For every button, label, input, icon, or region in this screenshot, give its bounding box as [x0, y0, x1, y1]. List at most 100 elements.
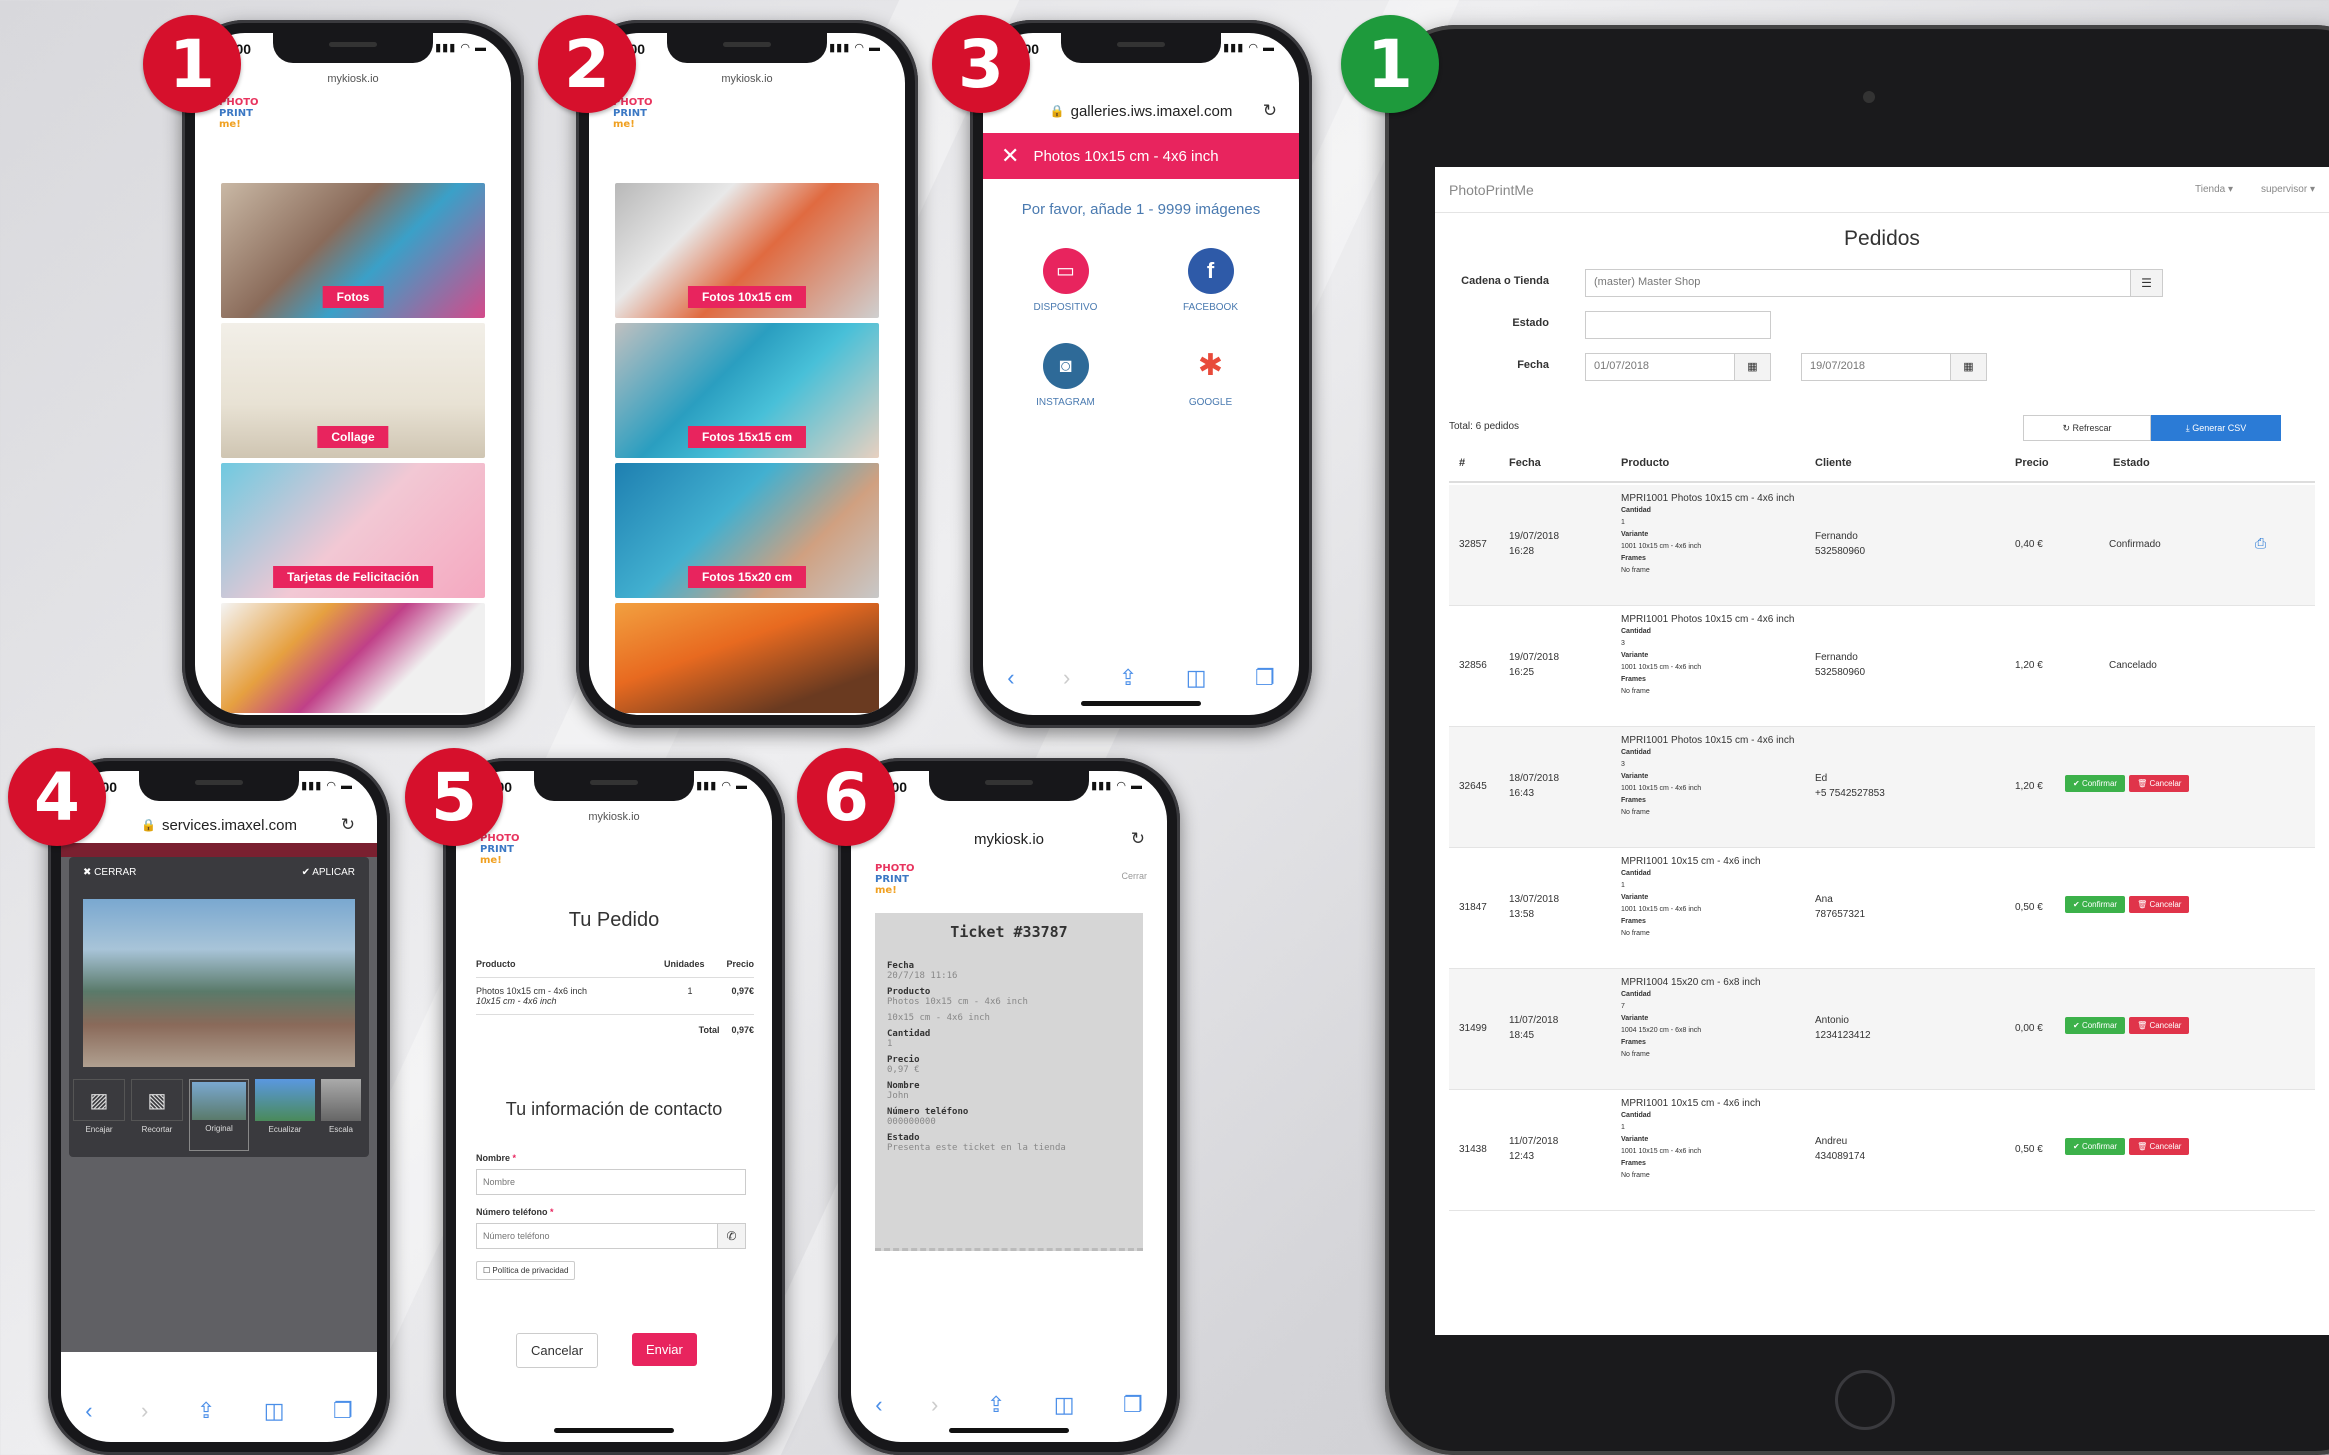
- order-product: MPRI1001 10x15 cm - 4x6 inch Cantidad 1 Var…: [1621, 1098, 1801, 1182]
- order-row[interactable]: 31847 13/07/2018 13:58 MPRI1001 10x15 cm - …: [1449, 848, 2315, 969]
- cancel-button[interactable]: 🗑 Cancelar: [2129, 1138, 2190, 1155]
- variant-label: Variante: [1621, 531, 1649, 538]
- cancel-button[interactable]: Cancelar: [516, 1333, 599, 1368]
- tile-collage[interactable]: Collage: [221, 323, 485, 458]
- calendar-icon[interactable]: ▦: [1735, 353, 1771, 381]
- tile-calendar[interactable]: [221, 603, 485, 713]
- close-link[interactable]: Cerrar: [1121, 871, 1147, 881]
- back-icon[interactable]: ‹: [1007, 665, 1014, 691]
- source-device[interactable]: ▭ DISPOSITIVO: [1013, 248, 1118, 313]
- ticket-field-value: John: [887, 1091, 909, 1101]
- tool-original[interactable]: Original: [189, 1079, 249, 1151]
- tile-tarjetas[interactable]: Tarjetas de Felicitación: [221, 463, 485, 598]
- reload-icon[interactable]: ↻: [341, 815, 355, 835]
- phone-input[interactable]: [476, 1223, 718, 1249]
- refresh-button[interactable]: ↻ Refrescar: [2023, 415, 2151, 441]
- share-icon[interactable]: ⇪: [197, 1398, 215, 1424]
- forward-icon[interactable]: ›: [931, 1392, 938, 1418]
- home-button[interactable]: [1835, 1370, 1895, 1430]
- bookmarks-icon[interactable]: ◫: [264, 1398, 285, 1424]
- bookmarks-icon[interactable]: ◫: [1054, 1392, 1075, 1418]
- address-bar[interactable]: 🔒 galleries.iws.imaxel.com ↻: [983, 93, 1299, 129]
- tool-ecualizar[interactable]: Ecualizar: [255, 1079, 315, 1151]
- address-bar[interactable]: mykiosk.io ↻: [851, 821, 1167, 857]
- ticket-field-value: 000000000: [887, 1117, 936, 1127]
- tile-fotos-15x15[interactable]: Fotos 15x15 cm: [615, 323, 879, 458]
- reload-icon[interactable]: ↻: [1131, 829, 1145, 849]
- phone-2: 9:00 ▮▮▮ ◠ ▬ mykiosk.io PHOTOPRINTme! Fo…: [576, 20, 918, 728]
- url-label[interactable]: mykiosk.io: [589, 73, 905, 85]
- date-to-input[interactable]: 19/07/2018: [1801, 353, 1951, 381]
- confirm-button[interactable]: ✔ Confirmar: [2065, 1138, 2126, 1155]
- source-facebook[interactable]: f FACEBOOK: [1158, 248, 1263, 313]
- close-icon[interactable]: ✕: [1001, 143, 1019, 169]
- photoprintme-logo: PHOTO PRINT me!: [480, 833, 520, 866]
- back-icon[interactable]: ‹: [85, 1398, 92, 1424]
- lock-icon: 🔒: [141, 818, 156, 832]
- tile-fotos-15x20[interactable]: Fotos 15x20 cm: [615, 463, 879, 598]
- tabs-icon[interactable]: ❐: [1255, 665, 1275, 691]
- order-row[interactable]: 31499 11/07/2018 18:45 MPRI1004 15x20 cm - …: [1449, 969, 2315, 1090]
- date-from-input[interactable]: 01/07/2018: [1585, 353, 1735, 381]
- status-filter-input[interactable]: [1585, 311, 1771, 339]
- send-button[interactable]: Enviar: [632, 1333, 697, 1366]
- source-instagram[interactable]: ◙ INSTAGRAM: [1013, 343, 1118, 408]
- instagram-icon: ◙: [1042, 343, 1089, 389]
- order-product: MPRI1001 Photos 10x15 cm - 4x6 inch Canti…: [1621, 614, 1801, 698]
- order-row[interactable]: 32857 19/07/2018 16:28 MPRI1001 Photos 10x1…: [1449, 485, 2315, 606]
- source-google[interactable]: ✱ GOOGLE: [1158, 343, 1263, 408]
- google-photos-icon: ✱: [1197, 349, 1224, 382]
- step-3-badge: 3: [932, 15, 1030, 113]
- nav-store[interactable]: Tienda ▾: [2195, 184, 2233, 195]
- tool-encajar[interactable]: ▨ Encajar: [73, 1079, 125, 1151]
- editor-close-button[interactable]: ✖ CERRAR: [83, 867, 136, 878]
- editor-apply-button[interactable]: ✔ APLICAR: [302, 867, 355, 878]
- phone-2-screen: 9:00 ▮▮▮ ◠ ▬ mykiosk.io PHOTOPRINTme! Fo…: [589, 33, 905, 715]
- confirm-button[interactable]: ✔ Confirmar: [2065, 896, 2126, 913]
- url-label[interactable]: mykiosk.io: [195, 73, 511, 85]
- list-icon[interactable]: ☰: [2131, 269, 2163, 297]
- forward-icon[interactable]: ›: [1063, 665, 1070, 691]
- bookmarks-icon[interactable]: ◫: [1186, 665, 1207, 691]
- cancel-button[interactable]: 🗑 Cancelar: [2129, 896, 2190, 913]
- ticket-field-value: Presenta este ticket en la tienda: [887, 1143, 1066, 1153]
- nav-user[interactable]: supervisor ▾: [2261, 184, 2315, 195]
- store-filter-input[interactable]: (master) Master Shop: [1585, 269, 2131, 297]
- calendar-icon[interactable]: ▦: [1951, 353, 1987, 381]
- order-row[interactable]: 32645 18/07/2018 16:43 MPRI1001 Photos 10x1…: [1449, 727, 2315, 848]
- name-input[interactable]: [476, 1169, 746, 1195]
- tile-more[interactable]: [615, 603, 879, 713]
- tabs-icon[interactable]: ❐: [1123, 1392, 1143, 1418]
- share-icon[interactable]: ⇪: [1119, 665, 1137, 691]
- tool-escala[interactable]: Escala: [321, 1079, 361, 1151]
- order-row[interactable]: 31438 11/07/2018 12:43 MPRI1001 10x15 cm - …: [1449, 1090, 2315, 1211]
- confirm-button[interactable]: ✔ Confirmar: [2065, 775, 2126, 792]
- cancel-button[interactable]: 🗑 Cancelar: [2129, 775, 2190, 792]
- tile-label: Fotos: [322, 286, 384, 308]
- address-bar[interactable]: 🔒 services.imaxel.com ↻: [61, 807, 377, 843]
- order-table: Producto Unidades Precio Photos 10x15 cm…: [476, 959, 754, 1045]
- order-time: 16:25: [1509, 667, 1535, 678]
- tabs-icon[interactable]: ❐: [333, 1398, 353, 1424]
- tile-fotos-10x15[interactable]: Fotos 10x15 cm: [615, 183, 879, 318]
- confirm-button[interactable]: ✔ Confirmar: [2065, 1017, 2126, 1034]
- privacy-checkbox[interactable]: ☐ Política de privacidad: [476, 1261, 576, 1280]
- url-label[interactable]: mykiosk.io: [456, 811, 772, 823]
- frames-value: No frame: [1621, 930, 1650, 937]
- back-icon[interactable]: ‹: [875, 1392, 882, 1418]
- trash-icon: 🗑: [2137, 779, 2150, 788]
- tile-label: Fotos 15x15 cm: [687, 426, 807, 448]
- print-icon[interactable]: ⎙: [2255, 535, 2266, 552]
- share-icon[interactable]: ⇪: [987, 1392, 1005, 1418]
- col-precio: Precio: [2015, 457, 2049, 469]
- tool-recortar[interactable]: ▧ Recortar: [131, 1079, 183, 1151]
- cancel-button[interactable]: 🗑 Cancelar: [2129, 1017, 2190, 1034]
- csv-button[interactable]: ⤓ Generar CSV: [2151, 415, 2281, 441]
- order-date: 19/07/2018: [1509, 652, 1560, 663]
- tile-fotos[interactable]: Fotos: [221, 183, 485, 318]
- confirm-label: Confirmar: [2081, 779, 2118, 788]
- forward-icon[interactable]: ›: [141, 1398, 148, 1424]
- brand[interactable]: PhotoPrintMe: [1449, 182, 2195, 198]
- order-row[interactable]: 32856 19/07/2018 16:25 MPRI1001 Photos 10x1…: [1449, 606, 2315, 727]
- reload-icon[interactable]: ↻: [1263, 101, 1277, 121]
